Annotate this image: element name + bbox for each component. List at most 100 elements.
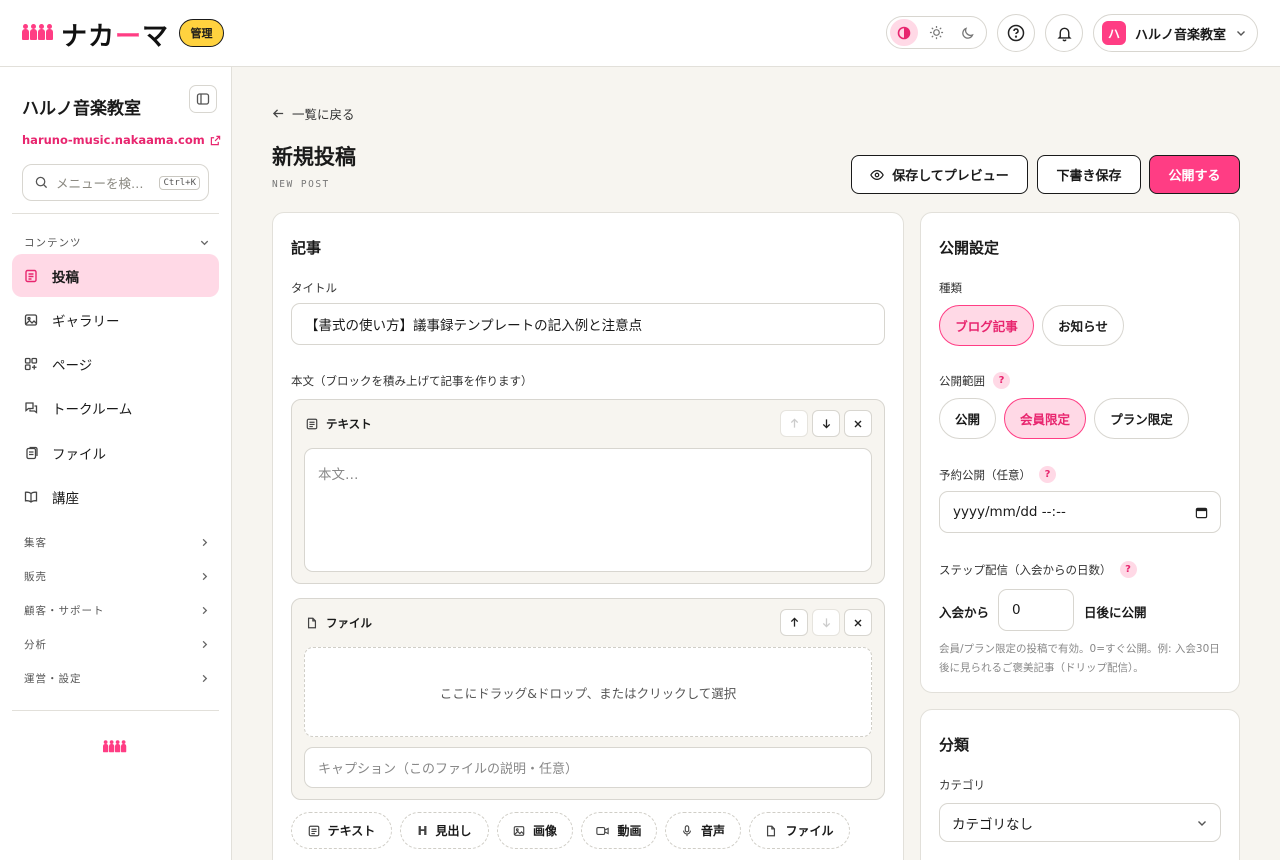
save-preview-button[interactable]: 保存してプレビュー [851,155,1028,194]
section-sales[interactable]: 販売 [24,569,210,584]
arrow-down-icon [822,419,830,429]
title-input[interactable]: 【書式の使い方】議事録テンプレートの記入例と注意点 [291,303,885,345]
notifications-button[interactable] [1045,14,1083,52]
brand-name: ナカーマ [61,22,170,52]
section-label: 顧客・サポート [24,605,105,617]
section-analytics[interactable]: 分析 [24,637,210,652]
contrast-icon [897,26,911,39]
save-preview-label: 保存してプレビュー [892,169,1009,184]
theme-dark-button[interactable] [954,19,982,46]
scope-option-public[interactable]: 公開 [939,398,996,439]
category-selected-value: カテゴリなし [952,816,1033,833]
back-to-list-link[interactable]: 一覧に戻る [272,104,355,123]
schedule-label-text: 予約公開（任意） [939,467,1031,482]
theme-switch [886,16,987,49]
chevron-down-icon [1237,31,1246,36]
text-block-label: テキスト [326,417,372,431]
sidebar-item-label: ギャラリー [52,313,120,330]
page-subtitle: NEW POST [272,179,330,190]
schedule-datetime-input[interactable]: yyyy/mm/dd --:-- [939,491,1221,533]
search-icon [35,176,48,189]
theme-contrast-button[interactable] [890,19,918,46]
bell-icon [1056,27,1072,41]
add-video-block-button[interactable]: 動画 [581,812,657,849]
body-textarea[interactable]: 本文… [304,448,872,572]
help-icon[interactable]: ? [993,372,1010,389]
text-block-header: テキスト [306,416,372,432]
type-label: 種類 [939,281,962,295]
scope-option-plan[interactable]: プラン限定 [1094,398,1189,439]
text-icon [306,418,318,430]
scope-label: 公開範囲 ? [939,372,1010,389]
category-select[interactable]: カテゴリなし [939,803,1221,842]
site-url-link[interactable]: haruno-music.nakaama.com [22,133,221,147]
image-icon [513,825,525,836]
chevron-down-icon [200,240,209,246]
menu-search-input[interactable]: メニューを検… Ctrl+K [22,164,209,201]
eye-icon [870,169,884,180]
move-down-button[interactable] [812,609,840,636]
sidebar-item-courses[interactable]: 講座 [12,475,219,518]
chevron-right-icon [202,674,208,683]
chevron-right-icon [202,538,208,547]
category-heading: 分類 [939,736,970,754]
help-button[interactable] [997,14,1035,52]
type-option-notice[interactable]: お知らせ [1042,305,1124,346]
heading-icon: H [417,823,428,838]
sidebar-item-label: トークルーム [52,401,133,418]
move-up-button[interactable] [780,410,808,437]
sidebar-item-talkroom[interactable]: トークルーム [12,386,219,429]
scope-option-members[interactable]: 会員限定 [1004,398,1086,439]
add-block-label: 見出し [435,824,472,838]
section-acquisition[interactable]: 集客 [24,535,210,550]
file-dropzone[interactable]: ここにドラッグ&ドロップ、またはクリックして選択 [304,647,872,737]
remove-block-button[interactable] [844,609,872,636]
section-operations[interactable]: 運営・設定 [24,671,210,686]
moon-icon [962,26,974,39]
brand-logo[interactable]: ナカーマ [22,16,169,53]
step-note: 会員/プラン限定の投稿で有効。0=すぐ公開。例: 入会30日後に見られるご褒美記… [939,643,1220,674]
article-heading: 記事 [291,239,322,257]
move-down-button[interactable] [812,410,840,437]
site-title: ハルノ音楽教室 [22,99,141,119]
schedule-label: 予約公開（任意） ? [939,466,1056,483]
remove-block-button[interactable] [844,410,872,437]
step-days-input[interactable]: 0 [998,589,1074,631]
file-icon [767,825,776,836]
sidebar-item-gallery[interactable]: ギャラリー [12,298,219,341]
add-image-block-button[interactable]: 画像 [497,812,573,849]
people-logo-icon [22,24,53,40]
mic-icon [682,824,691,836]
sun-icon [929,25,943,40]
sidebar-item-files[interactable]: ファイル [12,431,219,474]
title-value: 【書式の使い方】議事録テンプレートの記入例と注意点 [305,318,643,334]
section-customer-support[interactable]: 顧客・サポート [24,603,210,618]
add-file-block-button[interactable]: ファイル [749,812,850,849]
section-contents-label: コンテンツ [24,237,82,249]
sidebar-item-posts[interactable]: 投稿 [12,254,219,297]
add-text-block-button[interactable]: テキスト [291,812,392,849]
theme-light-button[interactable] [922,19,950,46]
save-draft-button[interactable]: 下書き保存 [1037,155,1141,194]
help-icon[interactable]: ? [1039,466,1056,483]
add-block-label: 動画 [617,824,642,838]
publish-button[interactable]: 公開する [1149,155,1240,194]
schedule-value: yyyy/mm/dd --:-- [953,504,1066,520]
sidebar-item-label: 投稿 [52,269,79,286]
add-audio-block-button[interactable]: 音声 [665,812,741,849]
chevron-down-icon [1198,820,1206,826]
chevron-right-icon [202,606,208,615]
calendar-icon[interactable] [1195,506,1208,519]
account-menu[interactable]: ハ ハルノ音楽教室 [1093,14,1258,52]
move-up-button[interactable] [780,609,808,636]
section-contents[interactable]: コンテンツ [24,235,210,250]
caption-input[interactable]: キャプション（このファイルの説明・任意） [304,747,872,788]
search-placeholder: メニューを検… [56,176,144,191]
sidebar-collapse-button[interactable] [189,85,217,113]
type-option-blog[interactable]: ブログ記事 [939,305,1034,346]
add-heading-block-button[interactable]: H 見出し [400,812,489,849]
help-icon[interactable]: ? [1119,561,1137,578]
sidebar-item-pages[interactable]: ページ [12,342,219,385]
body-placeholder: 本文… [318,467,359,483]
account-name: ハルノ音楽教室 [1135,27,1227,43]
